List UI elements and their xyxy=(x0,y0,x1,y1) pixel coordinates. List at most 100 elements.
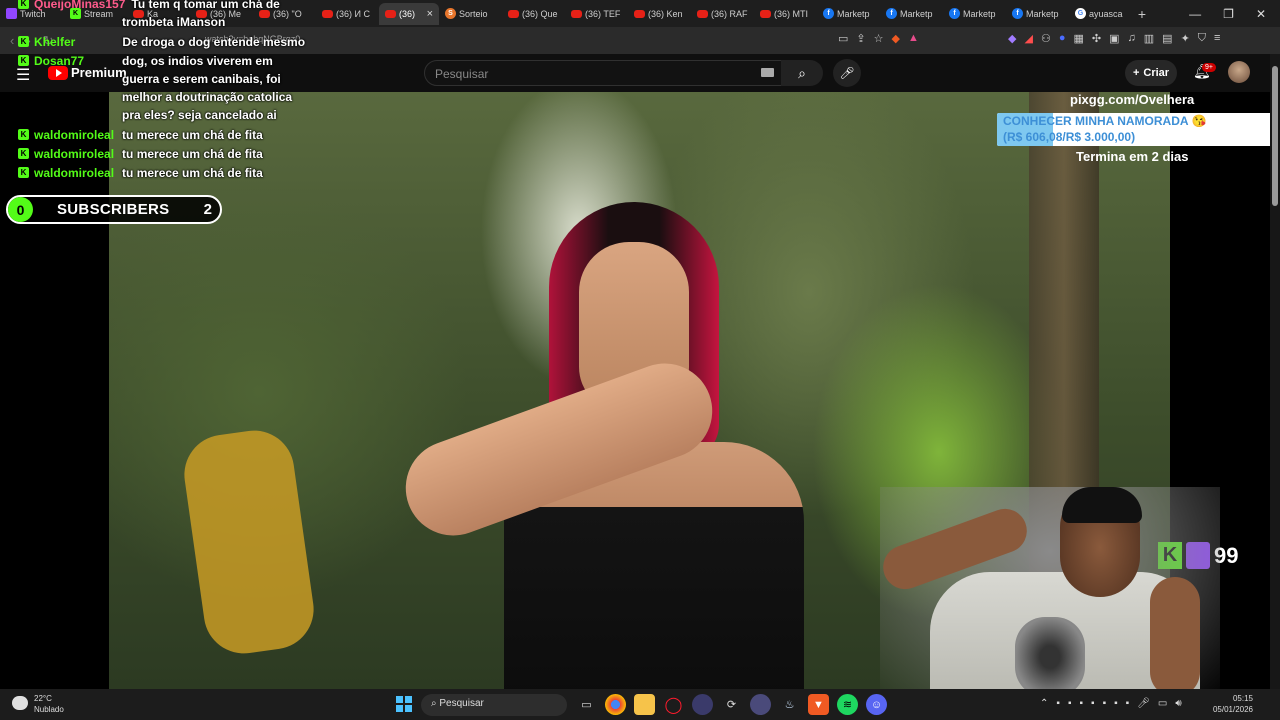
weather-widget[interactable]: 22°C Nublado xyxy=(12,693,64,715)
scrollbar-thumb[interactable] xyxy=(1272,66,1278,206)
tray-app-icon[interactable]: ▪ xyxy=(1126,698,1130,709)
brave-shield-icon[interactable]: ◆ xyxy=(892,32,900,45)
browser-tab[interactable]: f Marketp xyxy=(880,3,943,25)
tray-app-icon[interactable]: ▪ xyxy=(1068,698,1072,709)
file-explorer-icon[interactable] xyxy=(634,694,655,715)
cast-icon[interactable]: ▭ xyxy=(838,32,848,45)
browser-tab[interactable]: (36) Que xyxy=(502,3,565,25)
task-view-icon[interactable]: ▭ xyxy=(576,694,597,715)
new-tab-button[interactable]: + xyxy=(1132,6,1152,22)
steam-icon[interactable]: ♨ xyxy=(779,694,800,715)
browser-tab[interactable]: f Marketp xyxy=(943,3,1006,25)
network-icon[interactable]: ▭ xyxy=(1158,698,1167,709)
back-icon[interactable]: ‹ xyxy=(10,33,14,49)
windows-start-icon[interactable] xyxy=(396,696,412,712)
tab-label: (36) Ken xyxy=(648,8,683,19)
tab-label: Sorteio xyxy=(459,8,488,19)
opera-icon[interactable]: ◯ xyxy=(663,694,684,715)
menu-icon[interactable]: ≡ xyxy=(1214,32,1220,45)
browser-tab[interactable]: (36) Ken xyxy=(628,3,691,25)
youtube-icon xyxy=(634,9,645,18)
extension-icon[interactable]: ◆ xyxy=(1008,32,1016,45)
browser-tab[interactable]: (36) И С xyxy=(316,3,379,25)
browser-tab[interactable]: f Marketp xyxy=(1006,3,1069,25)
extension-icon[interactable]: ● xyxy=(1059,32,1066,45)
tray-app-icon[interactable]: ▪ xyxy=(1091,698,1095,709)
wallet-icon[interactable]: ▤ xyxy=(1162,32,1172,45)
goal-title: CONHECER MINHA NAMORADA 😘 xyxy=(1003,114,1207,128)
music-icon[interactable]: ♫ xyxy=(1128,32,1136,45)
restore-icon[interactable]: ❐ xyxy=(1223,7,1234,21)
extension-icon[interactable]: ⚇ xyxy=(1041,32,1051,45)
bookmark-icon[interactable]: ☆ xyxy=(874,32,884,45)
tray-expand-icon[interactable]: ⌃ xyxy=(1040,698,1048,709)
tab-label: (36) Que xyxy=(522,8,558,19)
app-icon[interactable] xyxy=(750,694,771,715)
brave-icon[interactable]: ▼ xyxy=(808,694,829,715)
search-icon: ⌕ xyxy=(798,65,806,81)
tray-app-icon[interactable]: ▪ xyxy=(1079,698,1083,709)
leo-icon[interactable]: ✦ xyxy=(1181,32,1190,45)
close-tab-icon[interactable]: × xyxy=(427,8,433,20)
chat-username: waldomiroleal xyxy=(34,147,115,161)
chat-message: trombeta iManson xyxy=(122,13,225,31)
sidebar-icon[interactable]: ▥ xyxy=(1144,32,1154,45)
search-input[interactable]: Pesquisar xyxy=(424,60,786,86)
taskbar-search[interactable]: ⌕ Pesquisar xyxy=(421,694,567,716)
create-button[interactable]: + Criar xyxy=(1125,60,1177,86)
screenshot-icon[interactable]: ▣ xyxy=(1109,32,1119,45)
close-window-icon[interactable]: ✕ xyxy=(1256,7,1266,21)
app-icon[interactable]: ⟳ xyxy=(721,694,742,715)
brave-rewards-icon[interactable]: ▲ xyxy=(908,32,919,45)
minimize-icon[interactable]: — xyxy=(1189,7,1201,21)
tab-label: Marketp xyxy=(963,8,996,19)
chat-message: melhor a doutrinação catolica xyxy=(122,88,292,106)
browser-tab[interactable]: (36) MTI xyxy=(754,3,817,25)
browser-tab[interactable]: (36) × xyxy=(379,2,439,25)
youtube-icon xyxy=(508,9,519,18)
browser-tab[interactable]: (36) TEF xyxy=(565,3,628,25)
app-icon[interactable] xyxy=(692,694,713,715)
chat-username: Khelfer xyxy=(34,35,76,49)
taskbar-apps: ▭ ◯ ⟳ ♨ ▼ ≋ ☺ xyxy=(576,694,887,715)
facebook-icon: f xyxy=(823,8,834,19)
taskbar-clock[interactable]: 05:15 05/01/2026 xyxy=(1209,693,1253,715)
tray-app-icon[interactable]: ▪ xyxy=(1056,698,1060,709)
browser-tab[interactable]: (36) RAF xyxy=(691,3,754,25)
webcam-hair xyxy=(1062,487,1142,523)
vpn-icon[interactable]: ⛉ xyxy=(1198,32,1206,45)
mic-icon: 🎤︎ xyxy=(839,66,855,80)
browser-tab[interactable]: f Marketp xyxy=(817,3,880,25)
tray-app-icon[interactable]: ▪ xyxy=(1103,698,1107,709)
yellow-foliage xyxy=(179,425,319,659)
chat-text: melhor a doutrinação catolica xyxy=(122,90,293,104)
browser-tab[interactable]: Gayuasca xyxy=(1069,3,1132,25)
search-button[interactable]: ⌕ xyxy=(781,60,823,86)
chrome-icon[interactable] xyxy=(605,694,626,715)
kick-badge-icon: K xyxy=(18,0,29,9)
voice-search-button[interactable]: 🎤︎ xyxy=(833,59,861,87)
chat-username: waldomiroleal xyxy=(34,128,115,142)
subs-left-count: 0 xyxy=(8,197,33,222)
subs-label: SUBSCRIBERS xyxy=(57,201,170,218)
tray-mic-icon[interactable]: 🎤︎ xyxy=(1137,698,1150,709)
spotify-icon[interactable]: ≋ xyxy=(837,694,858,715)
tray-app-icon[interactable]: ▪ xyxy=(1114,698,1118,709)
keyboard-icon[interactable] xyxy=(761,68,774,77)
browser-tab[interactable]: S Sorteio xyxy=(439,3,502,25)
scrollbar[interactable] xyxy=(1270,54,1280,689)
weather-temp: 22°C xyxy=(34,694,52,703)
chat-message: guerra e serem canibais, foi xyxy=(122,70,281,88)
chat-text: De droga o dog entende mesmo xyxy=(122,35,306,49)
extension-icon[interactable]: ◢ xyxy=(1024,32,1032,45)
avatar[interactable] xyxy=(1228,61,1250,83)
share-icon[interactable]: ⇪ xyxy=(856,32,865,45)
webcam-shirt-print xyxy=(1015,617,1085,697)
system-tray: ⌃ ▪ ▪ ▪ ▪ ▪ ▪ ▪ 🎤︎ ▭ 🔊︎ xyxy=(1040,698,1182,709)
extension-icon[interactable]: ▦ xyxy=(1073,32,1083,45)
weather-text: 22°C Nublado xyxy=(34,693,64,715)
discord-icon[interactable]: ☺ xyxy=(866,694,887,715)
volume-icon[interactable]: 🔊︎ xyxy=(1175,698,1181,709)
puzzle-icon[interactable]: ✣ xyxy=(1092,32,1101,45)
chat-message: pra eles? seja cancelado ai xyxy=(122,106,277,124)
